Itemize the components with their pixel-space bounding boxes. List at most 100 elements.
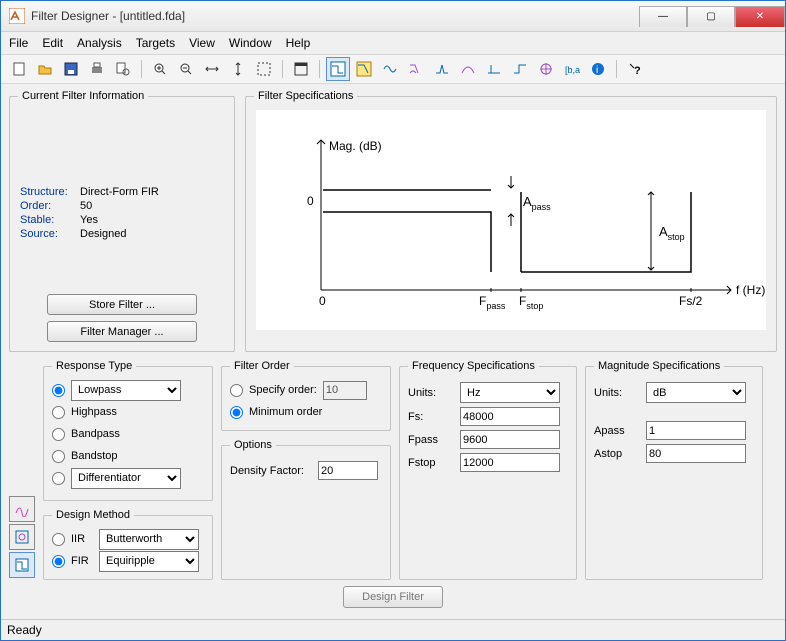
density-label: Density Factor:: [230, 465, 310, 477]
svg-text:Fstop: Fstop: [519, 294, 543, 311]
source-value: Designed: [80, 228, 126, 240]
impulse-icon[interactable]: [482, 57, 506, 81]
design-filter-button[interactable]: Design Filter: [343, 586, 443, 608]
fpass-input[interactable]: [460, 430, 560, 449]
store-filter-button[interactable]: Store Filter ...: [47, 294, 197, 315]
mag-legend: Magnitude Specifications: [594, 360, 724, 372]
new-icon[interactable]: [7, 57, 31, 81]
magphase-icon[interactable]: [404, 57, 428, 81]
filter-specifications-panel: Filter Specifications Mag. (dB) f (Hz) 0: [245, 90, 777, 352]
fir-radio[interactable]: [52, 555, 65, 568]
step-icon[interactable]: [508, 57, 532, 81]
diff-select[interactable]: Differentiator: [71, 468, 181, 489]
order-value: 50: [80, 200, 92, 212]
side-tool-1[interactable]: [9, 496, 35, 522]
zoom-x-icon[interactable]: [200, 57, 224, 81]
zoom-in-icon[interactable]: [148, 57, 172, 81]
highpass-label: Highpass: [71, 406, 117, 418]
options-panel: Options Density Factor:: [221, 439, 391, 580]
side-toolstrip: [9, 360, 37, 580]
print-preview-icon[interactable]: [111, 57, 135, 81]
lowpass-radio[interactable]: [52, 384, 65, 397]
apass-input[interactable]: [646, 421, 746, 440]
iir-label: IIR: [71, 533, 93, 545]
fir-select[interactable]: Equiripple: [99, 551, 199, 572]
fs-input[interactable]: [460, 407, 560, 426]
save-icon[interactable]: [59, 57, 83, 81]
coefficients-icon[interactable]: [b,a]: [560, 57, 584, 81]
menu-edit[interactable]: Edit: [42, 36, 63, 50]
zoom-y-icon[interactable]: [226, 57, 250, 81]
magnitude-spec-panel: Magnitude Specifications Units:dB Apass …: [585, 360, 763, 580]
mag-units-select[interactable]: dB: [646, 382, 746, 403]
side-tool-2[interactable]: [9, 524, 35, 550]
menu-file[interactable]: File: [9, 36, 28, 50]
freq-units-select[interactable]: Hz: [460, 382, 560, 403]
specify-order-radio[interactable]: [230, 384, 243, 397]
close-button[interactable]: ✕: [735, 6, 785, 27]
filter-specs-icon[interactable]: [326, 57, 350, 81]
minimum-order-radio[interactable]: [230, 406, 243, 419]
app-icon: [9, 8, 25, 24]
polezero-icon[interactable]: [534, 57, 558, 81]
menu-analysis[interactable]: Analysis: [77, 36, 122, 50]
context-help-icon[interactable]: ?: [623, 57, 647, 81]
zoom-fit-icon[interactable]: [252, 57, 276, 81]
zoom-out-icon[interactable]: [174, 57, 198, 81]
bandpass-label: Bandpass: [71, 428, 120, 440]
spec-plot: Mag. (dB) f (Hz) 0 Apass: [256, 110, 766, 330]
structure-value: Direct-Form FIR: [80, 186, 159, 198]
svg-text:?: ?: [634, 65, 641, 77]
side-tool-3[interactable]: [9, 552, 35, 578]
minimize-button[interactable]: —: [639, 6, 687, 27]
specify-order-input: [323, 381, 367, 400]
current-filter-info-panel: Current Filter Information Structure:Dir…: [9, 90, 235, 352]
structure-label: Structure:: [20, 186, 80, 198]
svg-text:Astop: Astop: [659, 224, 685, 242]
menu-help[interactable]: Help: [286, 36, 311, 50]
dm-legend: Design Method: [52, 509, 134, 521]
highpass-radio[interactable]: [52, 406, 65, 419]
iir-select[interactable]: Butterworth: [99, 529, 199, 550]
print-icon[interactable]: [85, 57, 109, 81]
group-delay-icon[interactable]: [430, 57, 454, 81]
svg-text:[b,a]: [b,a]: [565, 65, 580, 75]
svg-text:Fs/2: Fs/2: [679, 294, 703, 308]
window-title: Filter Designer - [untitled.fda]: [31, 9, 639, 23]
fs-label: Fs:: [408, 411, 452, 423]
design-method-panel: Design Method IIRButterworth FIREquiripp…: [43, 509, 213, 580]
bandpass-radio[interactable]: [52, 428, 65, 441]
menu-view[interactable]: View: [189, 36, 215, 50]
open-icon[interactable]: [33, 57, 57, 81]
fstop-label: Fstop: [408, 457, 452, 469]
statusbar: Ready: [1, 619, 785, 640]
resp-legend: Response Type: [52, 360, 136, 372]
minimum-order-label: Minimum order: [249, 406, 322, 418]
content-area: Current Filter Information Structure:Dir…: [1, 84, 785, 619]
response-type-panel: Response Type Lowpass Highpass Bandpass …: [43, 360, 213, 501]
menu-window[interactable]: Window: [229, 36, 272, 50]
toolbar: [b,a] i ?: [1, 55, 785, 84]
diff-radio[interactable]: [52, 472, 65, 485]
info-icon[interactable]: i: [586, 57, 610, 81]
filter-manager-button[interactable]: Filter Manager ...: [47, 321, 197, 342]
maximize-button[interactable]: ▢: [687, 6, 735, 27]
bandstop-radio[interactable]: [52, 450, 65, 463]
magnitude-icon[interactable]: [352, 57, 376, 81]
cfi-legend: Current Filter Information: [18, 90, 148, 102]
spec-legend: Filter Specifications: [254, 90, 357, 102]
fstop-input[interactable]: [460, 453, 560, 472]
status-text: Ready: [7, 623, 42, 637]
iir-radio[interactable]: [52, 533, 65, 546]
phase-delay-icon[interactable]: [456, 57, 480, 81]
menubar: File Edit Analysis Targets View Window H…: [1, 32, 785, 55]
density-input[interactable]: [318, 461, 378, 480]
phase-icon[interactable]: [378, 57, 402, 81]
lowpass-select[interactable]: Lowpass: [71, 380, 181, 401]
app-window: Filter Designer - [untitled.fda] — ▢ ✕ F…: [0, 0, 786, 641]
svg-text:f (Hz): f (Hz): [736, 283, 765, 297]
order-label: Order:: [20, 200, 80, 212]
menu-targets[interactable]: Targets: [136, 36, 175, 50]
astop-input[interactable]: [646, 444, 746, 463]
full-view-icon[interactable]: [289, 57, 313, 81]
